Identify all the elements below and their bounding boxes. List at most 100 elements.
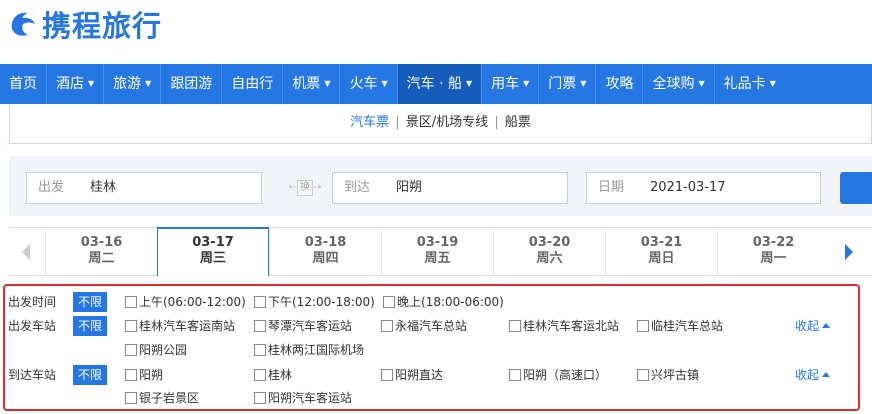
option-label: 阳朔公园 [139,343,188,357]
checkbox[interactable] [125,391,137,404]
checkbox[interactable] [637,319,649,332]
nav-item-label: 火车 [349,76,378,92]
nav-item[interactable]: 门票 ▼ [539,64,595,104]
date-tab-date: 03-20 [528,235,571,250]
nav-item[interactable]: 攻略 [596,64,642,104]
checkbox[interactable] [254,368,266,381]
subnav-separator: | [395,115,400,130]
chevron-right-icon [845,244,853,260]
nav-item[interactable]: 自由行 [222,64,282,104]
date-tab-date: 03-21 [640,235,683,250]
nav-item[interactable]: 跟团游 [161,64,221,104]
checkbox[interactable] [254,295,266,308]
date-field[interactable]: 日期 2021-03-17 [586,172,821,204]
unlimited-button[interactable]: 不限 [73,316,107,336]
arrival-field[interactable]: 到达 阳朔 [332,172,568,204]
date-tab-weekday: 周五 [424,251,451,266]
filter-option[interactable]: 桂林两江国际机场 [254,339,364,361]
collapse-depart-station-button[interactable]: 收起 [795,315,831,337]
search-button[interactable] [840,172,872,204]
checkbox[interactable] [125,368,137,381]
option-label: 桂林汽车客运南站 [139,319,236,333]
option-label: 桂林 [268,368,293,382]
subnav-separator: | [494,115,499,130]
next-dates-button[interactable] [836,228,872,275]
nav-item[interactable]: 火车 ▼ [340,64,396,104]
date-tab[interactable]: 03-19 周五 [381,228,493,275]
unlimited-button[interactable]: 不限 [73,292,107,312]
filter-option[interactable]: 琴潭汽车客运站 [254,315,352,337]
nav-item[interactable]: 机票 ▼ [283,64,339,104]
checkbox[interactable] [254,391,266,404]
date-tab[interactable]: 03-18 周四 [269,228,381,275]
option-label: 桂林两江国际机场 [268,343,365,357]
checkbox[interactable] [254,343,266,356]
filter-option[interactable]: 阳朔公园 [125,339,187,361]
departure-label: 出发 [38,180,65,195]
filter-label: 到达车站 [8,368,57,382]
date-tab[interactable]: 03-17 周三 [157,227,269,276]
date-tab-date: 03-18 [304,235,347,250]
unlimited-button[interactable]: 不限 [73,365,107,385]
filter-option[interactable]: 晚上(18:00-06:00) [383,291,504,313]
filter-option[interactable]: 兴坪古镇 [637,364,699,386]
nav-item-label: 全球购 [652,76,695,92]
filter-option[interactable]: 下午(12:00-18:00) [254,291,375,313]
checkbox[interactable] [637,368,649,381]
date-tab-date: 03-22 [752,235,795,250]
date-tab[interactable]: 03-22 周一 [717,228,829,275]
filter-option[interactable]: 阳朔汽车客运站 [254,387,352,409]
prev-dates-button[interactable] [9,228,45,275]
filter-option[interactable]: 上午(06:00-12:00) [125,291,246,313]
filter-option[interactable]: 银子岩景区 [125,387,199,409]
date-tab-date: 03-16 [80,235,123,250]
checkbox[interactable] [383,295,395,308]
nav-item-label: 机票 [292,76,321,92]
checkbox[interactable] [125,319,137,332]
departure-field[interactable]: 出发 桂林 [26,172,262,204]
subnav-boat-tickets[interactable]: 船票 [505,104,531,142]
date-tab-weekday: 周三 [199,251,226,266]
filter-option[interactable]: 阳朔（高速口） [509,364,607,386]
option-label: 阳朔直达 [395,368,444,382]
filter-option[interactable]: 临桂汽车总站 [637,315,723,337]
nav-item[interactable]: 旅游 ▼ [104,64,160,104]
option-label: 银子岩景区 [139,391,200,405]
collapse-arrive-station-button[interactable]: 收起 [795,364,831,386]
filter-panel: 出发时间 不限 上午(06:00-12:00) 下午(12:00-18:00) … [3,284,860,411]
filter-option[interactable]: 阳朔 [125,364,163,386]
date-tab[interactable]: 03-21 周日 [605,228,717,275]
nav-item[interactable]: 汽车 · 船 ▼ [397,64,482,104]
date-tab[interactable]: 03-16 周二 [45,228,157,275]
nav-item[interactable]: 礼品卡 ▼ [715,64,785,104]
nav-item[interactable]: 全球购 ▼ [643,64,713,104]
date-tab[interactable]: 03-20 周六 [493,228,605,275]
filter-option[interactable]: 桂林汽车客运北站 [509,315,619,337]
filter-option[interactable]: 阳朔直达 [381,364,443,386]
date-tab-weekday: 周日 [648,251,675,266]
option-label: 阳朔 [139,368,164,382]
subnav-scenic-airport-shuttle[interactable]: 景区/机场专线 [406,104,488,142]
checkbox[interactable] [381,319,393,332]
filter-option[interactable]: 桂林汽车客运南站 [125,315,235,337]
subnav-bus-tickets[interactable]: 汽车票 [350,104,389,142]
ctrip-logo[interactable]: 携程旅行 [6,6,162,43]
checkbox[interactable] [125,295,137,308]
nav-item[interactable]: 用车 ▼ [482,64,538,104]
checkbox[interactable] [125,343,137,356]
dolphin-logo-icon [11,12,35,36]
nav-item[interactable]: 首页 [0,64,46,104]
swap-cities-button[interactable]: ← 换 → [286,179,324,197]
filter-option[interactable]: 永福汽车总站 [381,315,467,337]
checkbox[interactable] [254,319,266,332]
filter-option[interactable]: 桂林 [254,364,292,386]
nav-item-label: 门票 [548,76,577,92]
nav-item[interactable]: 酒店 ▼ [47,64,103,104]
date-tab-weekday: 周四 [312,251,339,266]
date-tab-weekday: 周二 [88,251,115,266]
search-panel: 出发 桂林 ← 换 → 到达 阳朔 日期 2021-03-17 [9,156,872,216]
checkbox[interactable] [381,368,393,381]
checkbox[interactable] [509,368,521,381]
swap-icon: 换 [297,180,313,196]
checkbox[interactable] [509,319,521,332]
